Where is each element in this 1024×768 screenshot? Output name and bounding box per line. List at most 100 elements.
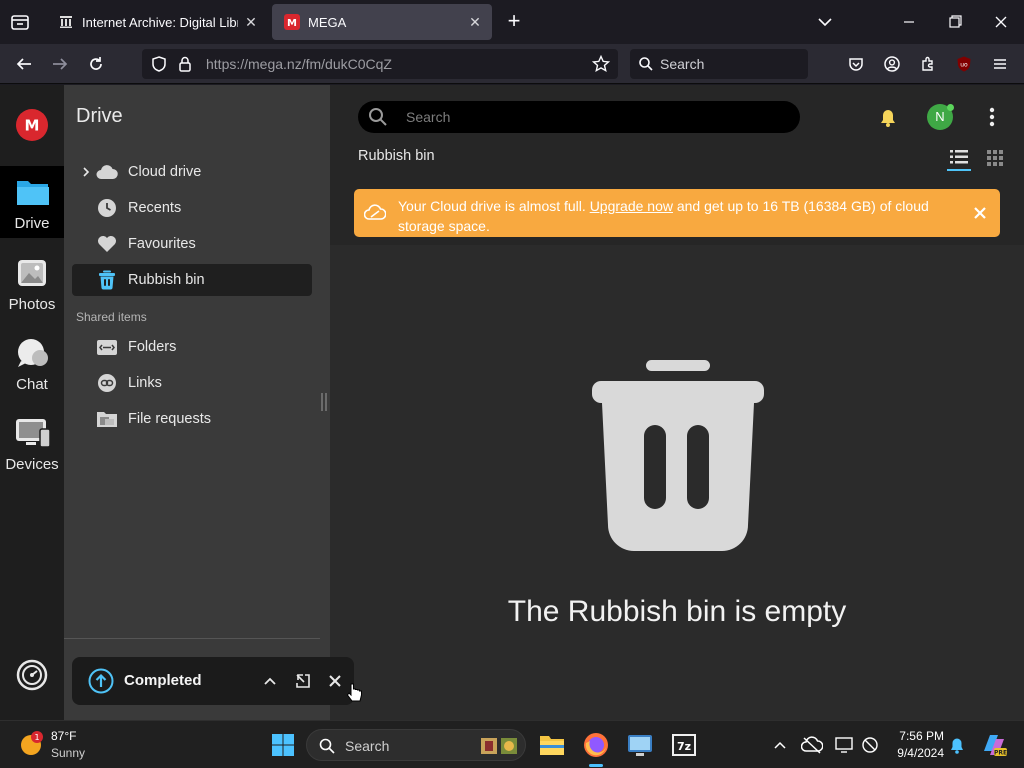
minimize-icon[interactable] [898,12,920,32]
bookmark-star-icon[interactable] [591,54,611,73]
tab-title: Internet Archive: Digital Library [82,14,238,30]
photos-icon [16,257,48,289]
tracking-shield-icon[interactable] [150,55,168,73]
pocket-icon[interactable] [842,50,870,78]
grid-view-icon[interactable] [984,148,1006,168]
search-highlight-icon [479,736,519,756]
network-icon[interactable] [860,735,880,755]
toast-close-icon[interactable] [328,674,342,688]
sidebar-item-file-requests[interactable]: File requests [72,403,312,435]
close-window-icon[interactable] [990,12,1012,32]
display-icon[interactable] [834,735,854,755]
forward-icon[interactable] [46,50,74,78]
lock-icon[interactable] [176,55,194,73]
chevron-up-icon[interactable] [262,674,278,688]
status-dot [947,104,954,111]
banner-text-before: Your Cloud drive is almost full. [398,198,586,214]
sidebar-title: Drive [76,105,123,127]
clock-date[interactable]: 9/4/2024 [892,746,944,760]
sidebar-item-folders[interactable]: Folders [72,331,312,363]
sidebar-item-links[interactable]: Links [72,367,312,399]
toast-title: Completed [124,672,202,689]
rail-chat[interactable]: Chat [0,327,64,399]
tab-close-icon[interactable]: ✕ [462,9,488,35]
archive-favicon-icon [58,14,74,30]
new-tab-icon[interactable]: + [502,10,526,34]
cloud-icon [96,161,118,183]
list-all-tabs-icon[interactable] [814,12,836,32]
banner-close-icon[interactable] [972,205,988,221]
notification-bell-icon[interactable] [948,735,966,755]
sidebar-item-cloud-drive[interactable]: Cloud drive [72,156,312,188]
mega-logo[interactable]: M [16,109,48,141]
tab-title: MEGA [308,14,347,30]
chevron-right-icon[interactable] [81,166,91,178]
sidebar-item-label: File requests [128,411,212,427]
url-text[interactable]: https://mega.nz/fm/dukC0CqZ [206,56,392,72]
search-input[interactable]: Search [358,101,800,133]
rail-devices[interactable]: Devices [0,407,64,479]
sidebar-item-label: Recents [128,200,182,216]
list-view-icon[interactable] [947,147,971,171]
account-icon[interactable] [878,50,906,78]
shared-items-heading: Shared items [76,310,147,324]
settings-gauge-icon[interactable] [16,659,48,691]
link-icon [96,372,118,394]
sidebar-item-rubbish-bin[interactable]: Rubbish bin [72,264,312,296]
notifications-bell-icon[interactable] [876,105,900,129]
folder-icon [16,177,50,207]
rail-drive[interactable]: Drive [0,166,64,238]
tab-mega[interactable]: M MEGA ✕ [272,4,492,40]
sidebar-item-label: Rubbish bin [128,272,205,288]
sidebar-item-label: Folders [128,339,177,355]
weather-badge: 1 [34,733,39,742]
url-bar[interactable]: https://mega.nz/fm/dukC0CqZ [142,49,618,79]
storage-warning-banner: Your Cloud drive is almost full. Upgrade… [354,189,1000,237]
rail-label: Chat [16,376,48,393]
weather-temperature: 87°F [51,729,77,743]
ublock-origin-icon[interactable]: uo [950,50,978,78]
sidebar-item-label: Favourites [128,236,196,252]
weather-icon[interactable]: 1 [18,731,44,757]
browser-nav-bar: https://mega.nz/fm/dukC0CqZ Search uo [0,44,1024,84]
taskbar: 1 87°F Sunny Search 7z 7:56 PM 9/4/2024 [0,720,1024,768]
tab-internet-archive[interactable]: Internet Archive: Digital Library ✕ [46,4,268,40]
transfer-toast[interactable]: Completed [72,657,354,705]
svg-text:M: M [287,18,297,29]
chat-bubble-icon [15,337,49,369]
copilot-icon[interactable]: PRE [980,731,1008,759]
firefox-icon[interactable] [582,731,610,759]
file-request-folder-icon [96,408,118,430]
seven-zip-icon[interactable]: 7z [670,732,698,758]
upgrade-now-link[interactable]: Upgrade now [590,198,673,214]
taskbar-search-input[interactable]: Search [306,729,526,761]
restore-icon[interactable] [944,12,966,32]
open-transfers-icon[interactable] [294,672,312,690]
weather-condition: Sunny [51,746,86,760]
windows-start-icon[interactable] [271,733,295,757]
sidebar-item-favourites[interactable]: Favourites [72,228,312,260]
file-explorer-icon[interactable] [538,732,566,758]
menu-icon[interactable] [986,50,1014,78]
tray-chevron-up-icon[interactable] [772,737,788,753]
devices-icon [14,417,52,449]
tab-close-icon[interactable]: ✕ [238,9,264,35]
reload-icon[interactable] [82,50,110,78]
clock-time[interactable]: 7:56 PM [892,729,944,743]
empty-state-message: The Rubbish bin is empty [507,595,847,628]
sidebar-item-recents[interactable]: Recents [72,192,312,224]
tab-overview-icon[interactable] [8,10,32,34]
svg-text:uo: uo [960,62,968,69]
more-options-icon[interactable] [982,105,1002,129]
search-placeholder: Search [406,109,451,125]
remote-desktop-icon[interactable] [626,732,654,758]
sidebar-resize-handle[interactable] [321,393,327,411]
rail-photos[interactable]: Photos [0,247,64,319]
extensions-icon[interactable] [914,50,942,78]
browser-search-bar[interactable]: Search [630,49,808,79]
browser-search-placeholder: Search [660,56,705,72]
heart-icon [96,233,118,255]
back-icon[interactable] [10,50,38,78]
mega-favicon-icon: M [284,14,300,30]
onedrive-offline-icon[interactable] [800,735,824,755]
